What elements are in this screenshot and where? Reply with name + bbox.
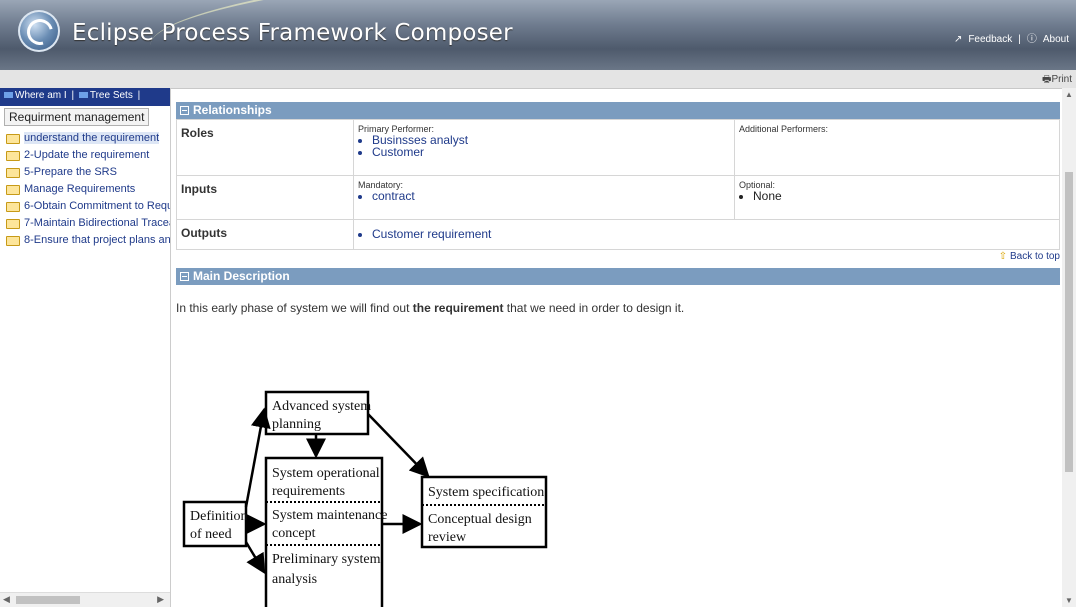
nav-item-manage-requirements[interactable]: Manage Requirements — [0, 181, 170, 198]
where-am-i-icon — [4, 92, 13, 99]
navigation-pane: Where am I | Tree Sets | Requirment mana… — [0, 88, 171, 607]
definition-line1: Definition — [190, 509, 248, 524]
nav-tabs: Where am I | Tree Sets | — [0, 88, 170, 106]
advanced-planning-line1: Advanced system — [272, 399, 371, 414]
review-line2: review — [428, 530, 467, 545]
definition-line2: of need — [190, 527, 232, 542]
nav-item-prepare-srs[interactable]: 5-Prepare the SRS — [0, 164, 170, 181]
scrollbar-thumb[interactable] — [1065, 172, 1073, 472]
table-row: Outputs Customer requirement — [176, 219, 1060, 250]
horizontal-scrollbar[interactable]: ◀ ▶ — [0, 592, 170, 607]
optional-input-value: None — [753, 190, 1055, 202]
app-header: Eclipse Process Framework Composer ↗ Feed… — [0, 0, 1076, 70]
app-title: Eclipse Process Framework Composer — [72, 20, 513, 46]
header-separator: | — [1018, 34, 1021, 45]
folder-icon — [6, 134, 20, 144]
main-description-text: In this early phase of system we will fi… — [176, 301, 685, 315]
spec-line: System specification — [428, 485, 544, 500]
outputs-label: Outputs — [176, 219, 354, 250]
process-diagram: Advanced system planning System operatio… — [182, 390, 548, 607]
main-description-header[interactable]: Main Description — [176, 268, 1060, 285]
folder-icon — [6, 236, 20, 246]
print-button[interactable]: 🖶Print — [1042, 72, 1072, 89]
relationships-table: Roles Primary Performer: Businsses analy… — [176, 119, 1060, 250]
tree-sets-tab[interactable]: Tree Sets — [90, 90, 133, 101]
ops-req-line1: System operational — [272, 466, 380, 481]
folder-icon — [6, 168, 20, 178]
prelim-analysis-line1: Preliminary system — [272, 552, 381, 567]
content-pane: Relationships Roles Primary Performer: B… — [176, 88, 1060, 607]
maint-concept-line1: System maintenance — [272, 508, 387, 523]
input-link-contract[interactable]: contract — [372, 190, 730, 202]
info-icon: ⓘ — [1026, 34, 1037, 45]
header-links: ↗ Feedback | ⓘ About — [951, 30, 1072, 45]
toolbar: 🖶Print — [0, 70, 1076, 89]
print-label: Print — [1051, 74, 1072, 85]
roles-label: Roles — [176, 119, 354, 176]
tree-sets-icon — [78, 92, 88, 99]
scroll-left-icon[interactable]: ◀ — [3, 594, 10, 605]
nav-item-understand-requirement[interactable]: understand the requirement — [0, 130, 170, 147]
back-to-top-link[interactable]: ⇧ Back to top — [176, 250, 1060, 268]
nav-item-obtain-commitment[interactable]: 6-Obtain Commitment to Requi — [0, 198, 170, 215]
feedback-icon: ↗ — [953, 34, 963, 45]
folder-icon — [6, 185, 20, 195]
collapse-icon[interactable] — [180, 272, 189, 282]
role-link-business-analyst[interactable]: Businsses analyst — [372, 134, 730, 146]
prelim-analysis-line2: analysis — [272, 572, 317, 587]
table-row: Roles Primary Performer: Businsses analy… — [176, 119, 1060, 176]
where-am-i-tab[interactable]: Where am I — [15, 90, 67, 101]
collapse-icon[interactable] — [180, 106, 189, 116]
folder-icon — [6, 219, 20, 229]
scroll-right-icon[interactable]: ▶ — [157, 594, 164, 605]
vertical-scrollbar[interactable]: ▲ ▼ — [1062, 88, 1076, 607]
eclipse-logo-icon — [18, 10, 60, 52]
navigation-group-title[interactable]: Requirment management — [4, 108, 150, 126]
scroll-up-icon[interactable]: ▲ — [1065, 90, 1073, 99]
table-row: Inputs Mandatory: contract Optional: Non… — [176, 175, 1060, 220]
output-link-customer-requirement[interactable]: Customer requirement — [372, 228, 1055, 240]
additional-performers-label: Additional Performers: — [739, 124, 829, 134]
optional-label: Optional: — [739, 180, 776, 190]
folder-icon — [6, 202, 20, 212]
advanced-planning-line2: planning — [272, 417, 321, 432]
up-arrow-icon: ⇧ — [998, 251, 1008, 262]
maint-concept-line2: concept — [272, 526, 316, 541]
review-line1: Conceptual design — [428, 512, 532, 527]
scroll-down-icon[interactable]: ▼ — [1065, 596, 1073, 605]
feedback-link[interactable]: Feedback — [968, 34, 1012, 45]
role-link-customer[interactable]: Customer — [372, 146, 730, 158]
nav-tree: understand the requirement 2-Update the … — [0, 130, 170, 249]
nav-item-ensure-project-plans[interactable]: 8-Ensure that project plans anc — [0, 232, 170, 249]
nav-item-update-requirement[interactable]: 2-Update the requirement — [0, 147, 170, 164]
about-link[interactable]: About — [1043, 34, 1069, 45]
nav-item-maintain-traceability[interactable]: 7-Maintain Bidirectional Tracea — [0, 215, 170, 232]
relationships-header[interactable]: Relationships — [176, 102, 1060, 119]
scrollbar-thumb[interactable] — [16, 596, 80, 604]
inputs-label: Inputs — [176, 175, 354, 220]
folder-icon — [6, 151, 20, 161]
ops-req-line2: requirements — [272, 484, 345, 499]
